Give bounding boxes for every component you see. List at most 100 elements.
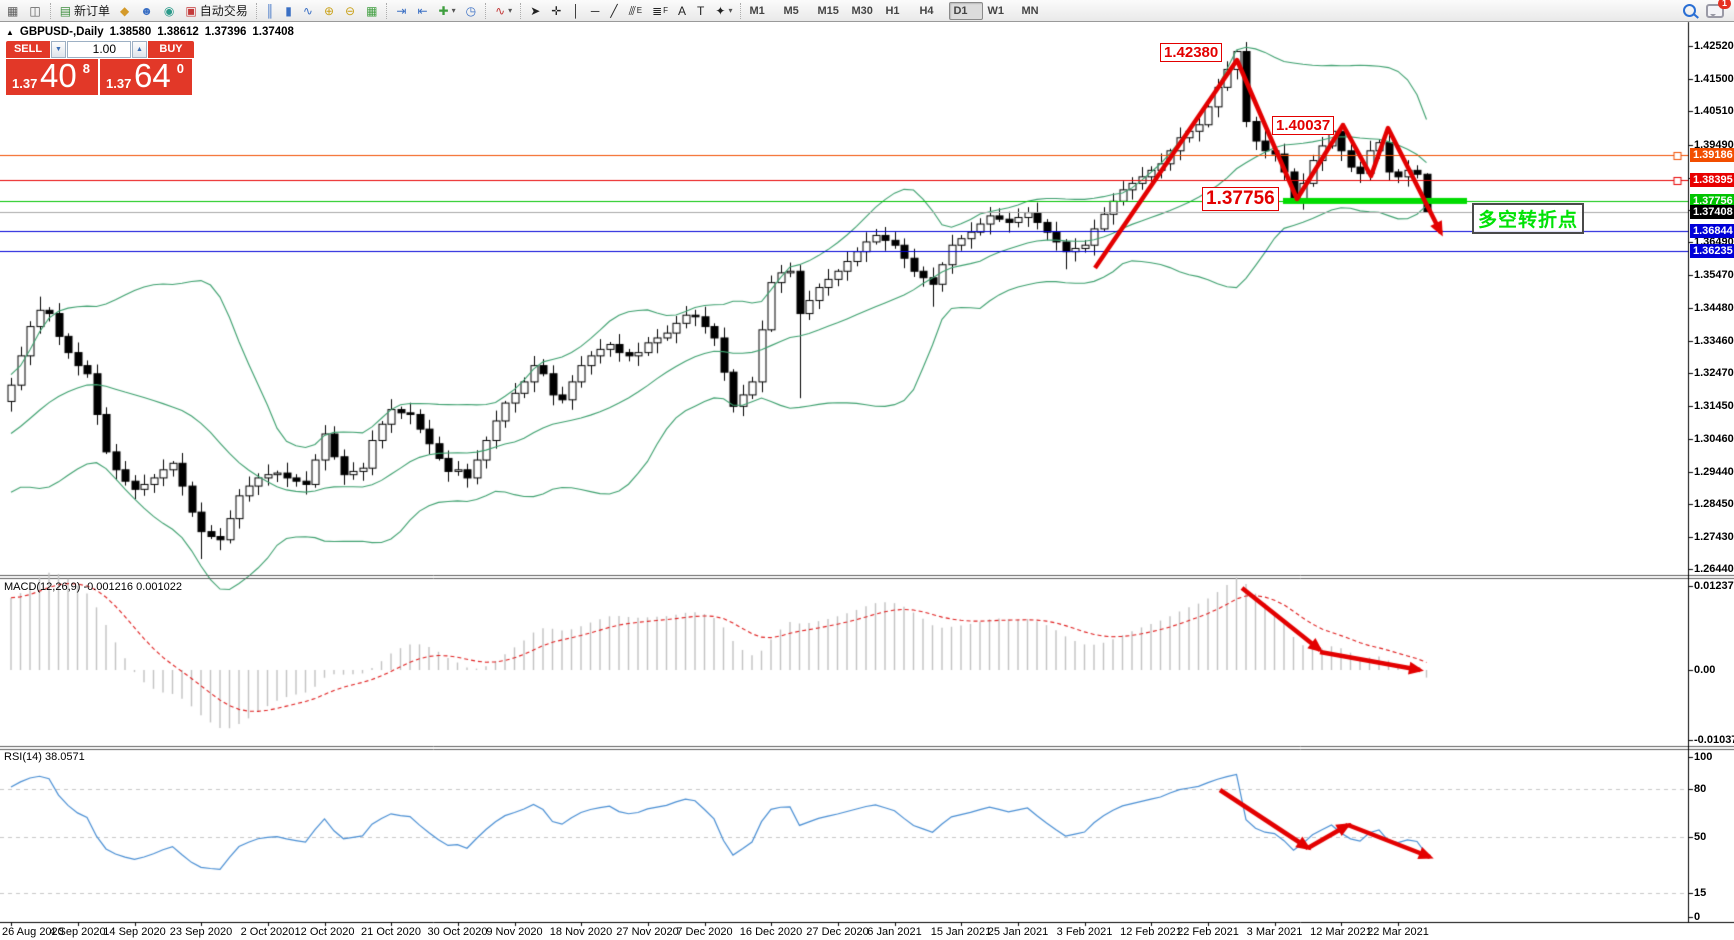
toolbar-button-text-label[interactable]: T bbox=[693, 1, 709, 21]
timeframe-button-m30[interactable]: M30 bbox=[847, 2, 881, 20]
price-axis-tick: 1.33460 bbox=[1694, 335, 1734, 347]
collapse-triangle-icon[interactable]: ▲ bbox=[6, 28, 14, 37]
toolbar-separator bbox=[386, 3, 388, 19]
toolbar-button-candle-chart[interactable]: ▮ bbox=[281, 1, 297, 21]
chevron-down-icon: ▾ bbox=[508, 6, 512, 15]
toolbar-separator bbox=[485, 3, 487, 19]
new-order-icon: ▤ bbox=[60, 5, 71, 17]
date-axis-label: 22 Feb 2021 bbox=[1177, 926, 1239, 938]
market-icon: ☻ bbox=[140, 5, 153, 17]
signals-icon: ◉ bbox=[164, 5, 174, 17]
rsi-axis-tick: 0 bbox=[1694, 911, 1700, 923]
crosshair-icon: ✛ bbox=[551, 5, 561, 17]
toolbar: ▦◫▤新订单◆☻◉▣自动交易║▮∿⊕⊖▦⇥⇤✚▾◷∿▾➤✛│─╱⫻E≣FAT✦▾… bbox=[0, 0, 1734, 22]
autotrade-icon: ▣ bbox=[185, 5, 196, 17]
price-axis-tick: 1.40510 bbox=[1694, 105, 1734, 117]
toolbar-separator bbox=[740, 3, 742, 19]
price-tag-annotation[interactable]: 1.37756 bbox=[1202, 187, 1279, 211]
timeframe-button-w1[interactable]: W1 bbox=[983, 2, 1017, 20]
price-level-label: 1.38395 bbox=[1690, 173, 1734, 187]
rsi-axis-tick: 50 bbox=[1694, 831, 1706, 843]
toolbar-button-styler[interactable]: ◆ bbox=[116, 1, 134, 21]
volume-input[interactable]: 1.00 bbox=[67, 41, 131, 58]
notification-badge: 1 bbox=[1718, 0, 1731, 9]
line-chart-icon: ∿ bbox=[303, 5, 313, 17]
toolbar-button-arrows[interactable]: ✦▾ bbox=[711, 1, 736, 21]
toolbar-right: 1 bbox=[1683, 4, 1732, 18]
text-label-icon: T bbox=[697, 5, 704, 17]
buy-price-pips: 64 bbox=[134, 57, 171, 95]
price-axis-tick: 1.27430 bbox=[1694, 531, 1734, 543]
macd-axis-tick: 0.00 bbox=[1694, 664, 1715, 676]
toolbar-button-add-indicator[interactable]: ✚▾ bbox=[435, 1, 460, 21]
sell-price-base: 1.37 bbox=[12, 76, 37, 91]
toolbar-button-line-chart[interactable]: ∿ bbox=[299, 1, 318, 21]
date-axis-label: 21 Oct 2020 bbox=[361, 926, 421, 938]
toolbar-button-horizontal-line[interactable]: ─ bbox=[587, 1, 605, 21]
toolbar-button-indicators-list[interactable]: ∿▾ bbox=[491, 1, 516, 21]
equidistant-channel-icon: ⫻ bbox=[629, 5, 636, 17]
sell-button[interactable]: SELL bbox=[6, 41, 50, 58]
toolbar-button-profiles[interactable]: ◫ bbox=[25, 1, 45, 21]
notifications-button[interactable]: 1 bbox=[1706, 4, 1724, 18]
toolbar-button-period-clock[interactable]: ◷ bbox=[462, 1, 481, 21]
zoom-out-icon: ⊖ bbox=[345, 5, 355, 17]
buy-button[interactable]: BUY bbox=[148, 41, 194, 58]
toolbar-button-fibonacci[interactable]: ≣F bbox=[648, 1, 672, 21]
price-tag-annotation[interactable]: 1.42380 bbox=[1160, 43, 1222, 62]
timeframe-button-h1[interactable]: H1 bbox=[881, 2, 915, 20]
volume-decrease-button[interactable]: ▼ bbox=[51, 41, 66, 58]
auto-scroll-icon: ⇥ bbox=[396, 5, 406, 17]
date-axis-label: 18 Nov 2020 bbox=[550, 926, 612, 938]
date-axis-label: 3 Feb 2021 bbox=[1057, 926, 1113, 938]
sell-price-point: 8 bbox=[83, 61, 90, 76]
toolbar-button-equidistant-channel[interactable]: ⫻E bbox=[625, 1, 647, 21]
search-icon[interactable] bbox=[1683, 4, 1696, 17]
arrows-icon: ✦ bbox=[715, 5, 725, 17]
timeframe-button-m15[interactable]: M15 bbox=[813, 2, 847, 20]
timeframe-button-m1[interactable]: M1 bbox=[745, 2, 779, 20]
toolbar-button-text[interactable]: A bbox=[674, 1, 691, 21]
buy-price-base: 1.37 bbox=[106, 76, 131, 91]
date-axis-label: 3 Mar 2021 bbox=[1247, 926, 1303, 938]
buy-price[interactable]: 1.37 64 0 bbox=[100, 59, 192, 95]
fibonacci-icon: ≣ bbox=[652, 5, 662, 17]
toolbar-button-bar-chart[interactable]: ║ bbox=[262, 1, 280, 21]
volume-increase-button[interactable]: ▲ bbox=[132, 41, 147, 58]
toolbar-button-auto-scroll[interactable]: ⇥ bbox=[392, 1, 411, 21]
cursor-icon: ➤ bbox=[530, 5, 540, 17]
price-axis-tick: 1.32470 bbox=[1694, 367, 1734, 379]
toolbar-button-signals[interactable]: ◉ bbox=[160, 1, 179, 21]
toolbar-button-new-order[interactable]: ▤新订单 bbox=[56, 1, 114, 21]
chevron-down-icon: ▾ bbox=[728, 6, 732, 15]
price-axis-tick: 1.34480 bbox=[1694, 302, 1734, 314]
toolbar-button-trendline[interactable]: ╱ bbox=[606, 1, 622, 21]
toolbar-button-cursor[interactable]: ➤ bbox=[526, 1, 545, 21]
price-axis-tick: 1.35470 bbox=[1694, 269, 1734, 281]
period-clock-icon: ◷ bbox=[466, 5, 476, 17]
trendline-icon: ╱ bbox=[610, 5, 617, 17]
timeframe-button-mn[interactable]: MN bbox=[1017, 2, 1051, 20]
ohlc-low: 1.37396 bbox=[205, 26, 247, 38]
toolbar-button-zoom-out[interactable]: ⊖ bbox=[341, 1, 360, 21]
sell-price[interactable]: 1.37 40 8 bbox=[6, 59, 98, 95]
tile-windows-icon: ▦ bbox=[366, 5, 377, 17]
price-chart-canvas[interactable] bbox=[0, 0, 1734, 940]
toolbar-button-market[interactable]: ☻ bbox=[136, 1, 158, 21]
timeframe-button-m5[interactable]: M5 bbox=[779, 2, 813, 20]
toolbar-button-chart-shift[interactable]: ⇤ bbox=[413, 1, 432, 21]
toolbar-button-vertical-line[interactable]: │ bbox=[568, 1, 585, 21]
toolbar-button-crosshair[interactable]: ✛ bbox=[547, 1, 566, 21]
new-chart-icon: ▦ bbox=[7, 5, 18, 17]
sell-price-pips: 40 bbox=[40, 57, 77, 95]
timeframe-button-h4[interactable]: H4 bbox=[915, 2, 949, 20]
toolbar-button-tile-windows[interactable]: ▦ bbox=[362, 1, 382, 21]
toolbar-button-autotrade[interactable]: ▣自动交易 bbox=[181, 1, 251, 21]
turn-point-label[interactable]: 多空转折点 bbox=[1472, 203, 1584, 234]
timeframe-button-d1[interactable]: D1 bbox=[949, 2, 983, 20]
toolbar-button-zoom-in[interactable]: ⊕ bbox=[320, 1, 339, 21]
price-tag-annotation[interactable]: 1.40037 bbox=[1272, 116, 1334, 135]
date-axis-label: 12 Feb 2021 bbox=[1120, 926, 1182, 938]
toolbar-button-new-chart[interactable]: ▦ bbox=[3, 1, 23, 21]
date-axis-label: 7 Dec 2020 bbox=[676, 926, 732, 938]
